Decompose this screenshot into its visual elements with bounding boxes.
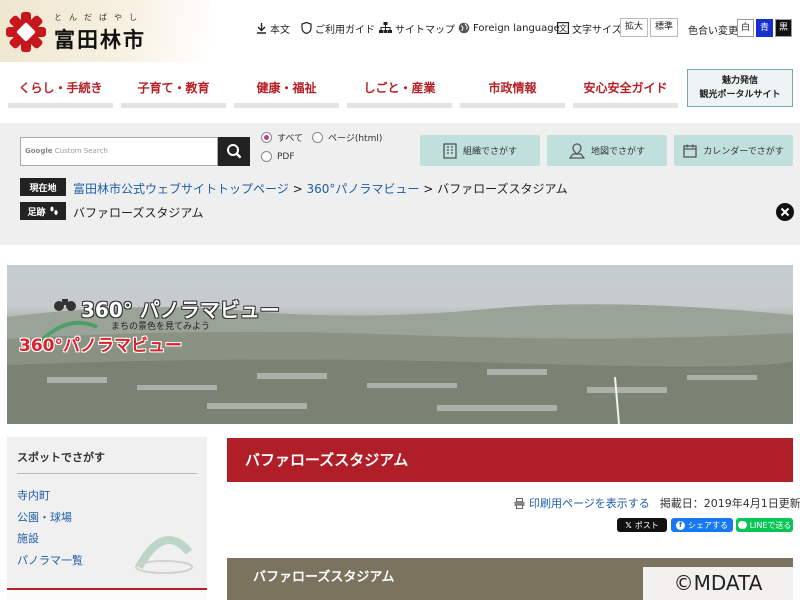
- sitemap-link[interactable]: サイトマップ: [379, 18, 455, 38]
- sitemap-label: サイトマップ: [395, 24, 455, 36]
- guide-link[interactable]: ご利用ガイド: [301, 18, 375, 38]
- nav-shigoto[interactable]: しごと・産業: [347, 78, 452, 108]
- x-logo-icon: 𝕏: [625, 520, 632, 530]
- global-nav: くらし・手続き 子育て・教育 健康・福祉 しごと・産業 市政情報 安心安全ガイド…: [0, 62, 800, 118]
- panorama-hero-banner: 360° パノラマビュー まちの景色を見てみよう 360°パノラマビュー: [7, 265, 793, 424]
- binoculars-icon: [54, 299, 76, 311]
- search-icon: [227, 144, 242, 159]
- calendar-icon: [683, 144, 697, 158]
- color-blue-button[interactable]: 青: [756, 19, 773, 37]
- find-by-org-button[interactable]: 組織でさがす: [420, 135, 540, 166]
- current-location-label: 現在地: [20, 178, 66, 196]
- search-input[interactable]: Google Custom Search: [20, 137, 218, 166]
- guide-label: ご利用ガイド: [315, 24, 375, 36]
- color-white-button[interactable]: 白: [737, 19, 754, 37]
- x-post-button[interactable]: 𝕏 ポスト: [617, 518, 667, 532]
- line-icon: [737, 521, 747, 529]
- watermark: ©MDATA: [643, 567, 793, 600]
- download-arrow-icon: [257, 22, 266, 34]
- breadcrumb-current: バファローズスタジアム: [437, 182, 568, 196]
- font-size-icon: 文: [557, 22, 569, 34]
- building-icon: [443, 142, 457, 159]
- google-brand: Google: [25, 147, 53, 155]
- published-date: 掲載日：2019年4月1日更新: [659, 497, 800, 510]
- print-and-date: 印刷用ページを表示する 掲載日：2019年4月1日更新: [514, 495, 800, 511]
- site-logo[interactable]: とんだばやし 富田林市: [6, 12, 164, 54]
- tourism-portal-banner[interactable]: 魅力発信 観光ポータルサイト: [687, 69, 793, 107]
- sidebar-next-box: [7, 588, 207, 600]
- footprint-item[interactable]: バファローズスタジアム: [73, 204, 204, 221]
- nav-shisei[interactable]: 市政情報: [460, 78, 565, 108]
- sitemap-icon: [379, 22, 392, 33]
- color-change-label: 色合い変更: [688, 26, 738, 37]
- nav-anshin[interactable]: 安心安全ガイド: [573, 78, 678, 108]
- scope-all-radio[interactable]: すべて: [261, 131, 303, 144]
- sidebar-heading: スポットでさがす: [17, 451, 105, 464]
- footprint-label: 足跡: [20, 202, 66, 220]
- main-text-label: 本文: [270, 24, 290, 36]
- breadcrumb: 富田林市公式ウェブサイトトップページ > 360°パノラマビュー > バファロー…: [73, 182, 568, 196]
- city-emblem-icon: [6, 12, 46, 52]
- logo-ruby: とんだばやし: [54, 13, 144, 22]
- logo-name: 富田林市: [54, 27, 146, 52]
- breadcrumb-panorama-link[interactable]: 360°パノラマビュー: [306, 182, 419, 196]
- find-by-map-button[interactable]: 地図でさがす: [547, 135, 667, 166]
- map-pin-icon: [568, 142, 585, 159]
- main-text-link[interactable]: 本文: [256, 18, 290, 38]
- search-placeholder: Custom Search: [54, 147, 108, 155]
- sidebar-item-parks[interactable]: 公園・球場: [17, 509, 72, 525]
- font-enlarge-button[interactable]: 拡大: [620, 18, 649, 37]
- foreign-language-label: Foreign language: [473, 22, 560, 34]
- search-band: Google Custom Search すべて ページ(html) PDF 組…: [0, 123, 800, 245]
- scope-pdf-radio[interactable]: PDF: [261, 151, 295, 162]
- hero-red-title: 360°パノラマビュー: [19, 336, 182, 356]
- font-size-label: 文 文字サイズ: [557, 22, 622, 36]
- print-page-link[interactable]: 印刷用ページを表示する: [529, 495, 650, 511]
- panorama-deco-icon: [135, 536, 193, 574]
- facebook-icon: f: [676, 520, 685, 530]
- footprints-icon: [49, 206, 58, 215]
- sidebar: スポットでさがす 寺内町 公園・球場 施設 パノラマ一覧: [7, 437, 207, 600]
- breadcrumb-home-link[interactable]: 富田林市公式ウェブサイトトップページ: [73, 182, 289, 196]
- scope-page-radio[interactable]: ページ(html): [312, 131, 382, 144]
- svg-text:文: 文: [559, 23, 567, 33]
- site-header: とんだばやし 富田林市 本文 ご利用ガイド サイトマップ Foreign lan…: [0, 0, 800, 62]
- nav-kenko[interactable]: 健康・福祉: [234, 78, 339, 108]
- search-button[interactable]: [218, 137, 250, 166]
- font-standard-button[interactable]: 標準: [650, 18, 679, 37]
- sidebar-item-facilities[interactable]: 施設: [17, 530, 39, 546]
- globe-icon: [458, 22, 470, 34]
- nav-kurashi[interactable]: くらし・手続き: [8, 78, 113, 108]
- page-title: バファローズスタジアム: [227, 438, 793, 482]
- line-send-button[interactable]: LINEで送る: [736, 518, 793, 532]
- sidebar-item-panorama-list[interactable]: パノラマ一覧: [17, 552, 83, 568]
- close-icon: [780, 207, 790, 217]
- foreign-language-link[interactable]: Foreign language: [458, 18, 560, 38]
- close-footprint-button[interactable]: [776, 203, 794, 221]
- find-by-calendar-button[interactable]: カレンダーでさがす: [674, 135, 793, 166]
- printer-icon: [514, 497, 525, 509]
- facebook-share-button[interactable]: f シェアする: [671, 518, 733, 532]
- sidebar-divider: [17, 473, 197, 474]
- color-black-button[interactable]: 黒: [775, 19, 792, 37]
- shield-icon: [301, 22, 312, 34]
- nav-kosodate[interactable]: 子育て・教育: [121, 78, 226, 108]
- sidebar-item-jinaimachi[interactable]: 寺内町: [17, 487, 50, 503]
